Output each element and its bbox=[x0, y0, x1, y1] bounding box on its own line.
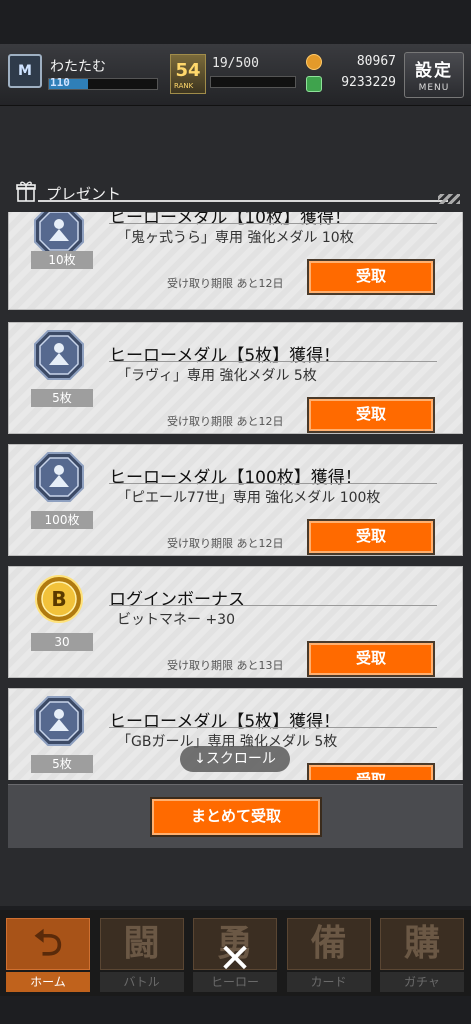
nav-item-home[interactable]: ⮌ ホーム bbox=[2, 914, 92, 994]
home-icon: ⮌ bbox=[6, 918, 90, 970]
receive-button[interactable]: 受取 bbox=[307, 641, 435, 677]
present-card: 10枚 ヒーローメダル【10枚】獲得！ 「鬼ヶ式うら」専用 強化メダル 10枚 … bbox=[8, 212, 463, 310]
gift-icon bbox=[16, 181, 36, 202]
nav-item-battle[interactable]: 闘 バトル bbox=[96, 914, 186, 994]
hero-medal-icon bbox=[33, 329, 85, 381]
svg-text:B: B bbox=[51, 587, 66, 611]
present-quantity: 5枚 bbox=[31, 755, 93, 773]
present-card: 100枚 ヒーローメダル【100枚】獲得！ 「ピエール77世」専用 強化メダル … bbox=[8, 444, 463, 556]
hero-medal-icon bbox=[33, 451, 85, 503]
present-description: 「ラヴィ」専用 強化メダル 5枚 bbox=[117, 368, 317, 384]
close-icon[interactable]: ✕ bbox=[210, 934, 260, 984]
battle-icon: 闘 bbox=[99, 918, 184, 970]
nav-label: ガチャ bbox=[380, 972, 464, 992]
gacha-icon: 購 bbox=[380, 918, 464, 970]
title-divider bbox=[109, 361, 437, 362]
receive-button[interactable]: 受取 bbox=[307, 519, 435, 555]
receive-button[interactable]: 受取 bbox=[307, 259, 435, 295]
nav-label: ホーム bbox=[6, 972, 90, 992]
menu-label: MENU bbox=[418, 83, 450, 93]
present-card: B 30 ログインボーナス ビットマネー +30 受け取り期限 あと13日 受取 bbox=[8, 566, 463, 678]
nav-label: バトル bbox=[99, 972, 184, 992]
scroll-hint: ↓スクロール bbox=[180, 746, 290, 772]
rank-label: RANK bbox=[174, 82, 194, 90]
present-list[interactable]: 10枚 ヒーローメダル【10枚】獲得！ 「鬼ヶ式うら」専用 強化メダル 10枚 … bbox=[8, 212, 463, 780]
present-quantity: 100枚 bbox=[31, 511, 93, 529]
present-quantity: 10枚 bbox=[31, 251, 93, 269]
expiry-text: 受け取り期限 あと13日 bbox=[167, 659, 284, 672]
gem-icon bbox=[306, 76, 322, 92]
title-underline bbox=[38, 200, 448, 202]
gem-count: 9233229 bbox=[341, 75, 396, 90]
coin-count: 80967 bbox=[356, 54, 396, 69]
card-icon: 備 bbox=[286, 918, 371, 970]
status-bar: M わたたむ 110 54 RANK 19/500 80967 9233229 … bbox=[0, 44, 471, 106]
present-title: ヒーローメダル【5枚】獲得！ bbox=[109, 712, 341, 732]
stamina-bar bbox=[210, 76, 296, 88]
nav-label: カード bbox=[286, 972, 371, 992]
title-decoration bbox=[438, 194, 460, 204]
present-title: ヒーローメダル【10枚】獲得！ bbox=[109, 212, 351, 228]
title-divider bbox=[109, 727, 437, 728]
present-title: ログインボーナス bbox=[109, 590, 245, 610]
hero-medal-icon bbox=[33, 695, 85, 747]
expiry-text: 受け取り期限 あと12日 bbox=[167, 415, 284, 428]
present-title: ヒーローメダル【100枚】獲得！ bbox=[109, 468, 362, 488]
bit-money-icon: B bbox=[33, 573, 85, 625]
present-dialog-header: プレゼント bbox=[10, 178, 462, 206]
receive-all-button[interactable]: まとめて受取 bbox=[150, 797, 322, 837]
coin-icon bbox=[306, 54, 322, 70]
receive-button[interactable]: 受取 bbox=[307, 397, 435, 433]
player-level: 110 bbox=[50, 76, 70, 89]
dialog-footer: まとめて受取 bbox=[8, 784, 463, 848]
present-description: 「ピエール77世」専用 強化メダル 100枚 bbox=[117, 490, 381, 506]
stamina-value: 19/500 bbox=[212, 56, 259, 71]
settings-menu-button[interactable]: 設定 MENU bbox=[404, 52, 464, 98]
present-title: ヒーローメダル【5枚】獲得！ bbox=[109, 346, 341, 366]
title-divider bbox=[109, 483, 437, 484]
title-divider bbox=[109, 223, 437, 224]
present-card: 5枚 ヒーローメダル【5枚】獲得！ 「ラヴィ」専用 強化メダル 5枚 受け取り期… bbox=[8, 322, 463, 434]
player-name: わたたむ bbox=[50, 59, 106, 75]
present-description: ビットマネー +30 bbox=[117, 612, 235, 628]
present-quantity: 5枚 bbox=[31, 389, 93, 407]
nav-item-gacha[interactable]: 購 ガチャ bbox=[376, 914, 466, 994]
present-description: 「鬼ヶ式うら」専用 強化メダル 10枚 bbox=[117, 230, 354, 246]
expiry-text: 受け取り期限 あと12日 bbox=[167, 277, 284, 290]
title-divider bbox=[109, 605, 437, 606]
receive-button[interactable]: 受取 bbox=[307, 763, 435, 780]
present-quantity: 30 bbox=[31, 633, 93, 651]
nav-item-card[interactable]: 備 カード bbox=[283, 914, 373, 994]
player-avatar: M bbox=[8, 54, 42, 88]
expiry-text: 受け取り期限 あと12日 bbox=[167, 537, 284, 550]
settings-label: 設定 bbox=[415, 61, 453, 81]
expiry-text: 受け取り期限 あと12日 bbox=[167, 779, 284, 780]
